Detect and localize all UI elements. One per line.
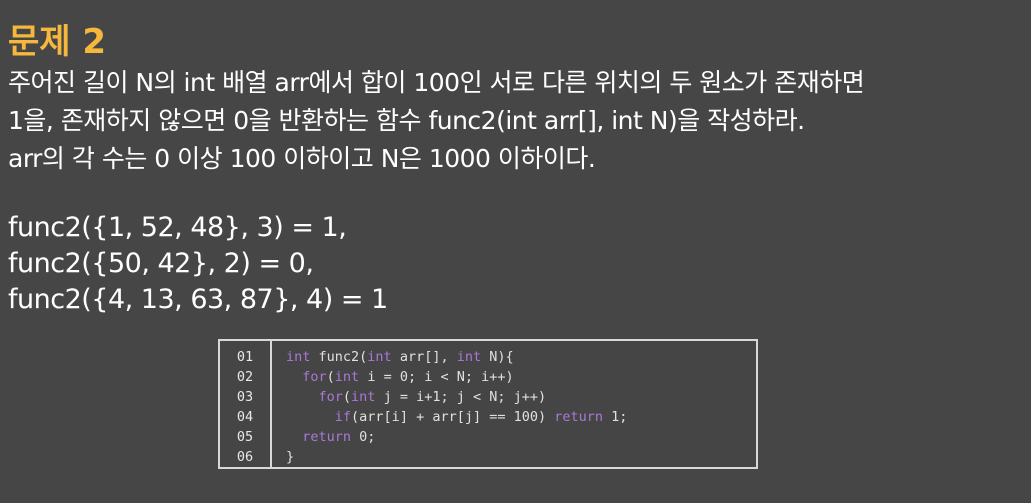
code-token: } <box>286 449 295 465</box>
code-keyword: int <box>286 349 311 365</box>
code-keyword: for <box>302 369 327 385</box>
code-line: for(int j = i+1; j < N; j++) <box>286 387 627 407</box>
line-number: 03 <box>236 389 254 405</box>
example-line: func2({1, 52, 48}, 3) = 1, <box>8 212 347 243</box>
line-number-gutter: 01 02 03 04 05 06 <box>220 341 272 467</box>
code-keyword: int <box>334 369 360 385</box>
code-line: return 0; <box>286 427 627 447</box>
code-token: arr[], <box>391 349 457 365</box>
problem-title: 문제 2 <box>8 22 107 62</box>
line-number: 04 <box>236 409 254 425</box>
code-token: ( <box>342 389 352 405</box>
code-keyword: if <box>334 409 352 425</box>
example-line: func2({50, 42}, 2) = 0, <box>8 248 314 279</box>
examples: func2({1, 52, 48}, 3) = 1, func2({50, 42… <box>8 210 388 318</box>
description-line: 주어진 길이 N의 int 배열 arr에서 합이 100인 서로 다른 위치의… <box>8 68 865 97</box>
description-line: arr의 각 수는 0 이상 100 이하이고 N은 1000 이하이다. <box>8 144 596 173</box>
code-token: j = i+1; j < N; j++) <box>375 389 547 405</box>
code-keyword: int <box>456 349 482 365</box>
code-token: 1; <box>603 409 628 425</box>
example-line: func2({4, 13, 63, 87}, 4) = 1 <box>8 284 388 315</box>
code-lines: int func2(int arr[], int N){ for(int i =… <box>286 347 627 467</box>
code-block: 01 02 03 04 05 06 int func2(int arr[], i… <box>218 339 758 469</box>
code-keyword: int <box>367 349 392 365</box>
code-token: i = 0; i < N; i++) <box>359 369 514 385</box>
code-token: ( <box>326 369 335 385</box>
code-keyword: return <box>554 409 604 425</box>
line-number: 02 <box>236 369 254 385</box>
code-line: } <box>286 447 627 467</box>
code-token: (arr[i] + arr[j] == 100) <box>351 409 555 425</box>
code-token: func2( <box>310 349 368 365</box>
problem-description: 주어진 길이 N의 int 배열 arr에서 합이 100인 서로 다른 위치의… <box>8 64 865 178</box>
line-number: 06 <box>236 449 254 465</box>
code-keyword: int <box>351 389 376 405</box>
code-line: int func2(int arr[], int N){ <box>286 347 627 367</box>
line-number: 01 <box>236 349 254 365</box>
code-line: if(arr[i] + arr[j] == 100) return 1; <box>286 407 628 427</box>
code-keyword: return <box>302 429 352 445</box>
description-line: 1을, 존재하지 않으면 0을 반환하는 함수 func2(int arr[],… <box>8 106 805 135</box>
code-token: 0; <box>351 429 376 445</box>
line-number: 05 <box>236 429 254 445</box>
code-token: N){ <box>481 349 514 365</box>
code-keyword: for <box>318 389 343 405</box>
code-line: for(int i = 0; i < N; i++) <box>286 367 627 387</box>
